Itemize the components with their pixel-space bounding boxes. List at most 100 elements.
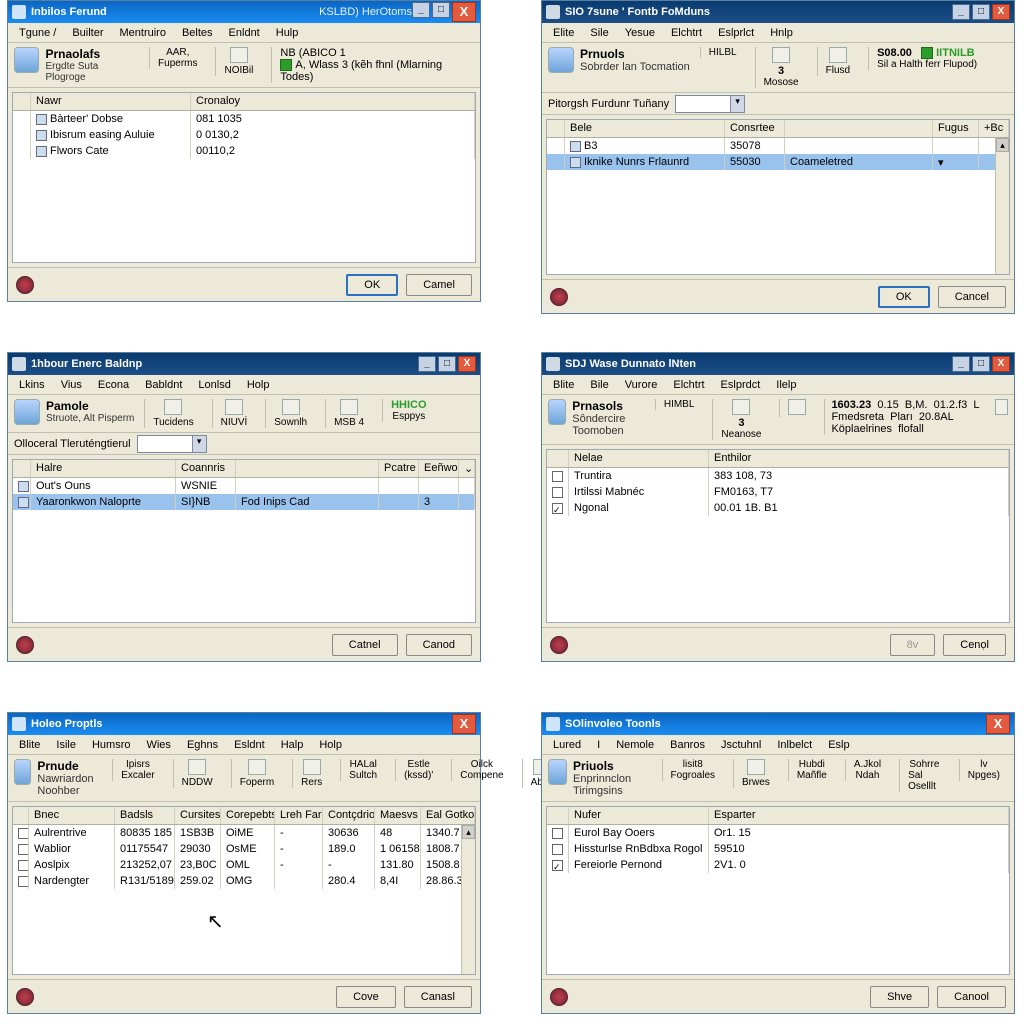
- toolbar-icon[interactable]: [995, 399, 1008, 415]
- col-header[interactable]: +Bc: [979, 120, 1009, 137]
- tool-group[interactable]: SohrreSal Oselllt: [899, 759, 949, 792]
- menu-item[interactable]: Nemole: [609, 737, 661, 753]
- scrollbar[interactable]: ▴: [995, 138, 1009, 274]
- table-row[interactable]: Yaaronkwon NaloprteSI}NBFod Inips Cad3: [13, 494, 475, 510]
- col-header[interactable]: [13, 460, 31, 477]
- tool-group[interactable]: HubdiMañfle: [788, 759, 835, 781]
- tool-group[interactable]: NIUVİ: [212, 399, 256, 428]
- menu-item[interactable]: Tgune /: [12, 25, 63, 41]
- tool-group[interactable]: Sownlh: [265, 399, 315, 428]
- tool-group[interactable]: 3Neanose: [712, 399, 769, 440]
- checkbox[interactable]: [552, 471, 563, 482]
- menu-item[interactable]: Jsctuhnl: [714, 737, 768, 753]
- titlebar[interactable]: Inbilos Ferund KSLBD) HerOtoms _ □ X: [8, 1, 480, 23]
- col-header[interactable]: Corepebts: [221, 807, 275, 824]
- maximize-button[interactable]: □: [972, 356, 990, 372]
- table-row[interactable]: NardengterR131/5189259.02OMG280.48,4I28.…: [13, 873, 475, 889]
- data-grid[interactable]: Bnec Badsls Cursitesl Corepebts Lreh Far…: [12, 806, 476, 975]
- titlebar[interactable]: SOlinvoleo Toonls X: [542, 713, 1014, 735]
- menu-item[interactable]: Eslp: [821, 737, 856, 753]
- table-row[interactable]: Ngonal00.01 1B. B1: [547, 500, 1009, 516]
- menu-item[interactable]: Hnlp: [763, 25, 800, 41]
- menu-item[interactable]: Holp: [240, 377, 277, 393]
- tool-group[interactable]: [779, 399, 814, 417]
- col-header[interactable]: Bnec: [29, 807, 115, 824]
- maximize-button[interactable]: □: [438, 356, 456, 372]
- menu-item[interactable]: Yesue: [618, 25, 662, 41]
- table-row[interactable]: Aulrentrive80835 1851SB3BOiME-3063648134…: [13, 825, 475, 841]
- table-row[interactable]: B335078: [547, 138, 1009, 154]
- minimize-button[interactable]: _: [952, 356, 970, 372]
- tool-group[interactable]: HALalSultch: [340, 759, 385, 781]
- table-row[interactable]: Flwors Cate00110,2: [13, 143, 475, 159]
- menu-item[interactable]: Isile: [49, 737, 83, 753]
- menu-item[interactable]: Enldnt: [222, 25, 267, 41]
- titlebar[interactable]: 1hbour Enerc Baldnp _□X: [8, 353, 480, 375]
- cancel-button[interactable]: Camel: [406, 274, 472, 296]
- data-grid[interactable]: Bele Consrtee Fugus +Bc B335078 Iknike N…: [546, 119, 1010, 275]
- col-header[interactable]: Maesvs *: [375, 807, 421, 824]
- col-header[interactable]: [236, 460, 379, 477]
- col-header[interactable]: Contçdrion: [323, 807, 375, 824]
- tool-group[interactable]: MSB 4: [325, 399, 372, 428]
- table-row[interactable]: Fereiorle Pernond2V1. 0: [547, 857, 1009, 873]
- tool-group[interactable]: HHICOEsppys: [382, 399, 434, 422]
- col-header[interactable]: [13, 807, 29, 824]
- tool-group[interactable]: HILBL: [700, 47, 745, 58]
- checkbox[interactable]: [18, 860, 29, 871]
- tool-group[interactable]: Estle(kssd)': [395, 759, 441, 781]
- menu-item[interactable]: Vurore: [618, 377, 665, 393]
- cancel-button[interactable]: Canool: [937, 986, 1006, 1008]
- menu-item[interactable]: Eghns: [180, 737, 225, 753]
- close-button[interactable]: X: [458, 356, 476, 372]
- menu-item[interactable]: Esldnt: [227, 737, 272, 753]
- ok-button[interactable]: 8v: [890, 634, 936, 656]
- checkbox[interactable]: [552, 860, 563, 871]
- menu-item[interactable]: Inlbelct: [770, 737, 819, 753]
- combo-box[interactable]: ▾: [137, 435, 207, 453]
- col-header[interactable]: Coannris: [176, 460, 236, 477]
- close-button[interactable]: X: [992, 356, 1010, 372]
- table-row[interactable]: Irtilssi MabnécFM0163, T7: [547, 484, 1009, 500]
- menu-item[interactable]: Halp: [274, 737, 311, 753]
- col-header[interactable]: [785, 120, 933, 137]
- close-button[interactable]: X: [986, 714, 1010, 734]
- menu-item[interactable]: Eslprdct: [714, 377, 768, 393]
- col-header[interactable]: Halre: [31, 460, 176, 477]
- titlebar[interactable]: SDJ Wase Dunnato lNten _□X: [542, 353, 1014, 375]
- col-header[interactable]: Fugus: [933, 120, 979, 137]
- menu-item[interactable]: Humsro: [85, 737, 138, 753]
- col-header[interactable]: [547, 120, 565, 137]
- ok-button[interactable]: OK: [346, 274, 398, 296]
- col-header[interactable]: Cronaloy: [191, 93, 475, 110]
- ok-button[interactable]: OK: [878, 286, 930, 308]
- minimize-button[interactable]: _: [412, 2, 430, 18]
- tool-group[interactable]: A.JkolNdah: [845, 759, 889, 781]
- checkbox[interactable]: [552, 828, 563, 839]
- menu-item[interactable]: Bile: [583, 377, 615, 393]
- tool-group[interactable]: NOIBil: [215, 47, 261, 76]
- menu-item[interactable]: Econa: [91, 377, 136, 393]
- data-grid[interactable]: Nufer Esparter Eurol Bay OoersOr1. 15 Hi…: [546, 806, 1010, 975]
- col-header[interactable]: Lreh Fars: [275, 807, 323, 824]
- data-grid[interactable]: Nawr Cronaloy Bàrteer' Dobse081 1035 Ibi…: [12, 92, 476, 263]
- col-header[interactable]: Cursitesl: [175, 807, 221, 824]
- col-header[interactable]: Nawr: [31, 93, 191, 110]
- menu-item[interactable]: Banros: [663, 737, 712, 753]
- checkbox[interactable]: [18, 844, 29, 855]
- checkbox[interactable]: [552, 844, 563, 855]
- save-button[interactable]: Shve: [870, 986, 929, 1008]
- tool-group[interactable]: Foperm: [231, 759, 282, 788]
- tool-group[interactable]: NDDW: [173, 759, 221, 788]
- col-header[interactable]: Eal Gotko: [421, 807, 475, 824]
- cancel-button[interactable]: Canod: [406, 634, 472, 656]
- col-header[interactable]: [547, 807, 569, 824]
- cancel-button[interactable]: Cenọl: [943, 634, 1006, 656]
- tool-group[interactable]: OilckCompene: [451, 759, 511, 781]
- col-header[interactable]: [13, 93, 31, 110]
- menu-item[interactable]: I: [590, 737, 607, 753]
- tool-group[interactable]: Brwes: [733, 759, 778, 788]
- menu-item[interactable]: Holp: [312, 737, 349, 753]
- menu-item[interactable]: Babldnt: [138, 377, 189, 393]
- cancel-button[interactable]: Canasl: [404, 986, 472, 1008]
